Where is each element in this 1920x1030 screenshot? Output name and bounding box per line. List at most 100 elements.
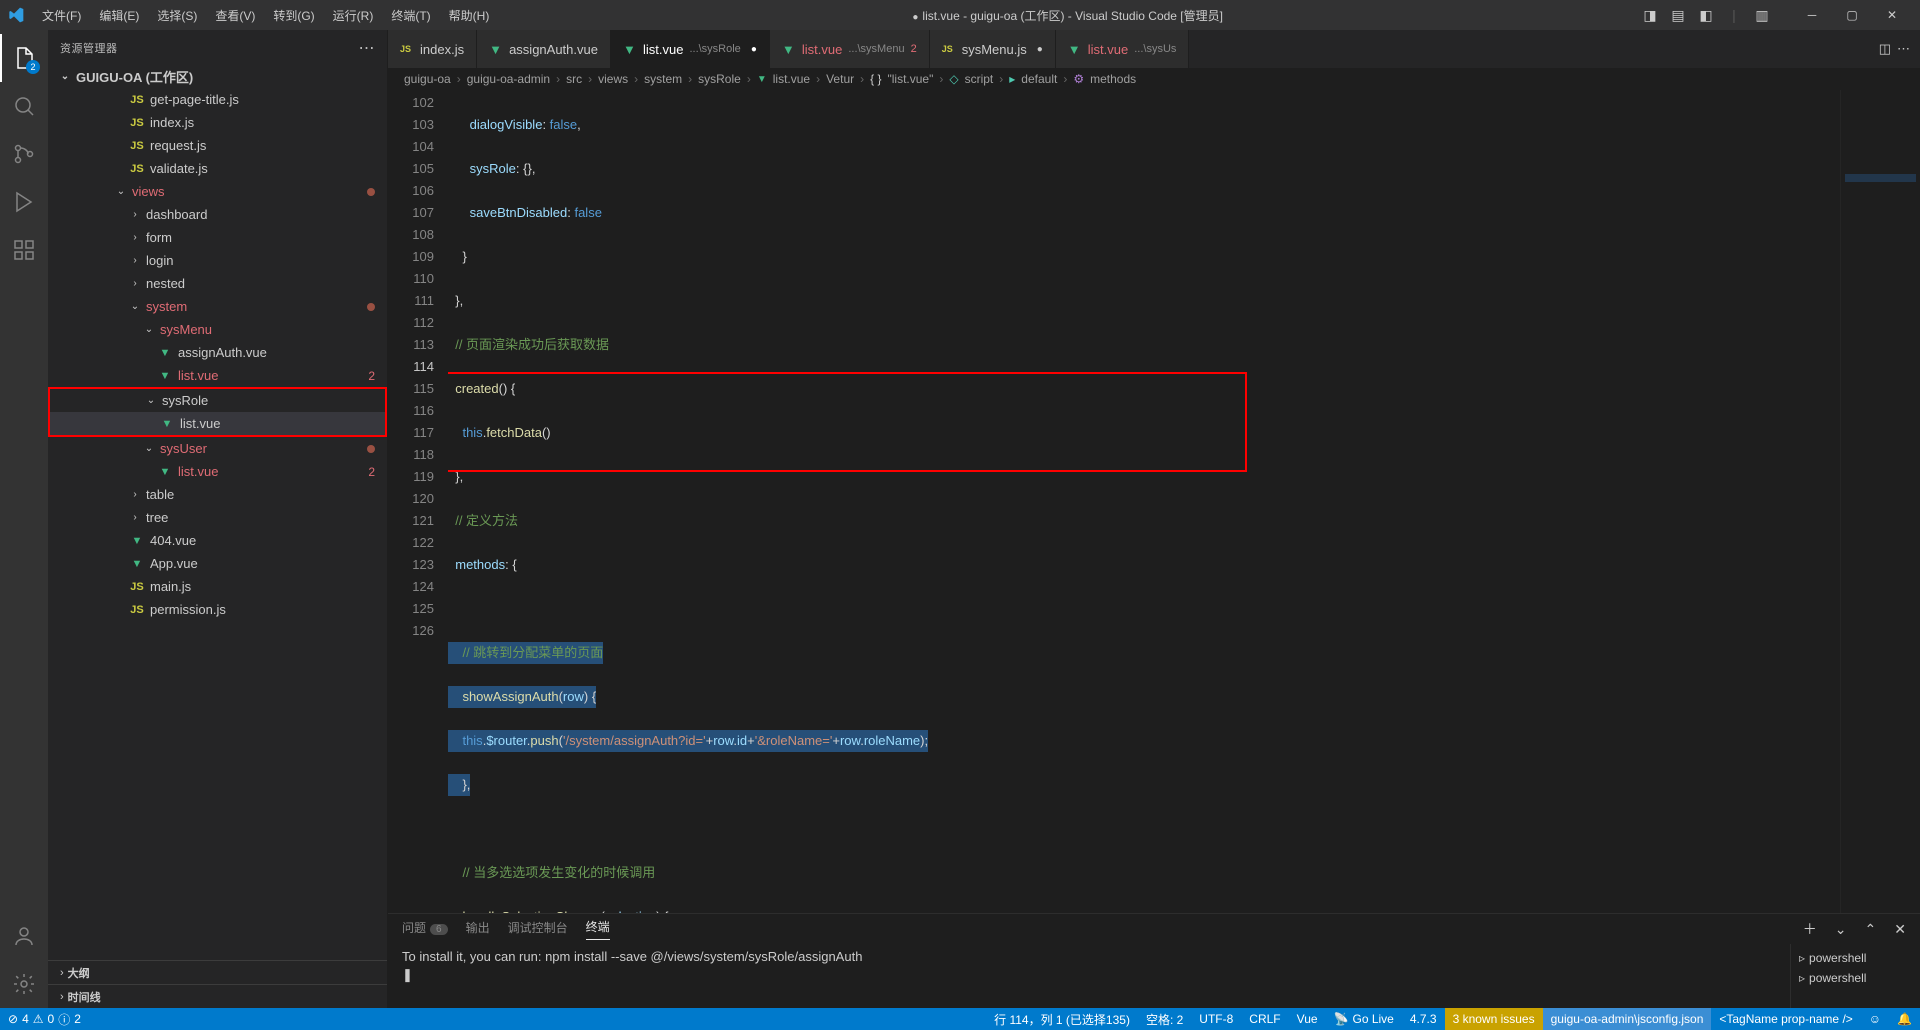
breadcrumbs[interactable]: guigu-oa› guigu-oa-admin› src› views› sy… [388,68,1920,90]
file-list-sysrole[interactable]: ▼list.vue [50,412,385,435]
file-mainjs[interactable]: JSmain.js [48,575,387,598]
activity-settings[interactable] [0,960,48,1008]
folder-system[interactable]: ⌄system [48,295,387,318]
tab-list-sysmenu[interactable]: ▼list.vue...\sysMenu2 [770,30,930,68]
tab-sysmenu-js[interactable]: JSsysMenu.js● [930,30,1056,68]
sidebar: 资源管理器 ⋯ ⌄GUIGU-OA (工作区) JSget-page-title… [48,30,388,1008]
editor-tabs: JSindex.js ▼assignAuth.vue ▼list.vue...\… [388,30,1920,68]
menu-view[interactable]: 查看(V) [207,3,263,28]
tab-more-icon[interactable]: ⋯ [1897,41,1910,57]
panel-debug[interactable]: 调试控制台 [508,919,568,940]
activity-search[interactable] [0,82,48,130]
menu-selection[interactable]: 选择(S) [149,3,205,28]
tab-index-js[interactable]: JSindex.js [388,30,477,68]
close-button[interactable]: ✕ [1872,0,1912,30]
panel-add-icon[interactable]: ＋ [1803,919,1817,939]
minimize-button[interactable]: ─ [1792,0,1832,30]
file-list-sysuser[interactable]: ▼list.vue2 [48,460,387,483]
status-cursor[interactable]: 行 114，列 1 (已选择135) [986,1008,1138,1030]
file-assignauth[interactable]: ▼assignAuth.vue [48,341,387,364]
activity-explorer[interactable]: 2 [0,34,48,82]
minimap[interactable] [1840,90,1920,913]
status-issues[interactable]: 3 known issues [1445,1008,1543,1030]
file-permissionjs[interactable]: JSpermission.js [48,598,387,621]
menu-bar: 文件(F) 编辑(E) 选择(S) 查看(V) 转到(G) 运行(R) 终端(T… [34,3,497,28]
panel-dropdown-icon[interactable]: ⌄ [1835,921,1847,938]
file-index-js[interactable]: JSindex.js [48,111,387,134]
status-encoding[interactable]: UTF-8 [1191,1008,1241,1030]
file-validate-js[interactable]: JSvalidate.js [48,157,387,180]
status-language[interactable]: Vue [1289,1008,1326,1030]
code-editor[interactable]: 1021031041051061071081091101111121131141… [388,90,1920,913]
split-editor-icon[interactable]: ◫ [1879,41,1891,57]
menu-terminal[interactable]: 终端(T) [383,3,438,28]
menu-go[interactable]: 转到(G) [265,3,322,28]
folder-views[interactable]: ⌄views [48,180,387,203]
tab-list-sysus[interactable]: ▼list.vue...\sysUs [1056,30,1190,68]
sidebar-more-icon[interactable]: ⋯ [359,38,376,58]
lightbulb-icon[interactable]: 💡 [448,376,450,398]
activity-scm[interactable] [0,130,48,178]
panel-output[interactable]: 输出 [466,919,490,940]
menu-run[interactable]: 运行(R) [325,3,382,28]
code-content[interactable]: dialogVisible: false, sysRole: {}, saveB… [448,90,1840,913]
file-appvue[interactable]: ▼App.vue [48,552,387,575]
sidebar-header: 资源管理器 ⋯ [48,30,387,65]
status-jsconfig[interactable]: guigu-oa-admin\jsconfig.json [1543,1008,1712,1030]
folder-nested[interactable]: ›nested [48,272,387,295]
timeline-section[interactable]: ›时间线 [48,984,387,1008]
vscode-logo-icon [8,7,24,23]
status-bell-icon[interactable]: 🔔 [1889,1008,1920,1030]
status-feedback-icon[interactable]: ☺ [1861,1008,1889,1030]
panel-terminal[interactable]: 终端 [586,918,610,940]
file-get-page-title[interactable]: JSget-page-title.js [48,88,387,111]
activity-bar: 2 [0,30,48,1008]
menu-help[interactable]: 帮助(H) [441,3,498,28]
status-version[interactable]: 4.7.3 [1402,1008,1445,1030]
terminal-output[interactable]: To install it, you can run: npm install … [388,944,1790,1008]
layout-sep: | [1722,3,1746,27]
tab-assignauth[interactable]: ▼assignAuth.vue [477,30,611,68]
folder-login[interactable]: ›login [48,249,387,272]
menu-edit[interactable]: 编辑(E) [91,3,147,28]
folder-form[interactable]: ›form [48,226,387,249]
outline-section[interactable]: ›大纲 [48,960,387,984]
status-errors[interactable]: ⊘4⚠0ⓘ2 [0,1008,89,1030]
activity-extensions[interactable] [0,226,48,274]
terminal-item-2[interactable]: ▹powershell [1799,968,1912,988]
file-404[interactable]: ▼404.vue [48,529,387,552]
workspace-root[interactable]: ⌄GUIGU-OA (工作区) [48,65,387,88]
file-list-sysmenu[interactable]: ▼list.vue2 [48,364,387,387]
file-request-js[interactable]: JSrequest.js [48,134,387,157]
layout-right-icon[interactable]: ◧ [1694,3,1718,27]
folder-dashboard[interactable]: ›dashboard [48,203,387,226]
panel-close-icon[interactable]: ✕ [1894,921,1906,938]
folder-tree[interactable]: ›tree [48,506,387,529]
folder-sysmenu[interactable]: ⌄sysMenu [48,318,387,341]
line-gutter: 1021031041051061071081091101111121131141… [388,90,448,913]
status-golive[interactable]: 📡Go Live [1326,1008,1402,1030]
layout-grid-icon[interactable]: ▥ [1750,3,1774,27]
explorer-badge: 2 [26,60,40,74]
panel-maximize-icon[interactable]: ⌃ [1865,921,1877,938]
menu-file[interactable]: 文件(F) [34,3,89,28]
tab-list-sysrole[interactable]: ▼list.vue...\sysRole● [611,30,770,68]
layout-bottom-icon[interactable]: ▤ [1666,3,1690,27]
activity-account[interactable] [0,912,48,960]
title-bar: 文件(F) 编辑(E) 选择(S) 查看(V) 转到(G) 运行(R) 终端(T… [0,0,1920,30]
editor-area: JSindex.js ▼assignAuth.vue ▼list.vue...\… [388,30,1920,1008]
window-title: list.vue - guigu-oa (工作区) - Visual Studi… [497,7,1638,24]
status-eol[interactable]: CRLF [1241,1008,1288,1030]
terminal-item-1[interactable]: ▹powershell [1799,948,1912,968]
bottom-panel: 问题6 输出 调试控制台 终端 ＋ ⌄ ⌃ ✕ To install it, y… [388,913,1920,1008]
panel-problems[interactable]: 问题6 [402,919,448,940]
status-spaces[interactable]: 空格: 2 [1138,1008,1191,1030]
status-vetur-tag[interactable]: <TagName prop-name /> [1711,1008,1860,1030]
folder-sysuser[interactable]: ⌄sysUser [48,437,387,460]
layout-left-icon[interactable]: ◨ [1638,3,1662,27]
sidebar-title: 资源管理器 [60,40,118,56]
maximize-button[interactable]: ▢ [1832,0,1872,30]
folder-sysrole[interactable]: ⌄sysRole [50,389,385,412]
activity-run[interactable] [0,178,48,226]
folder-table[interactable]: ›table [48,483,387,506]
